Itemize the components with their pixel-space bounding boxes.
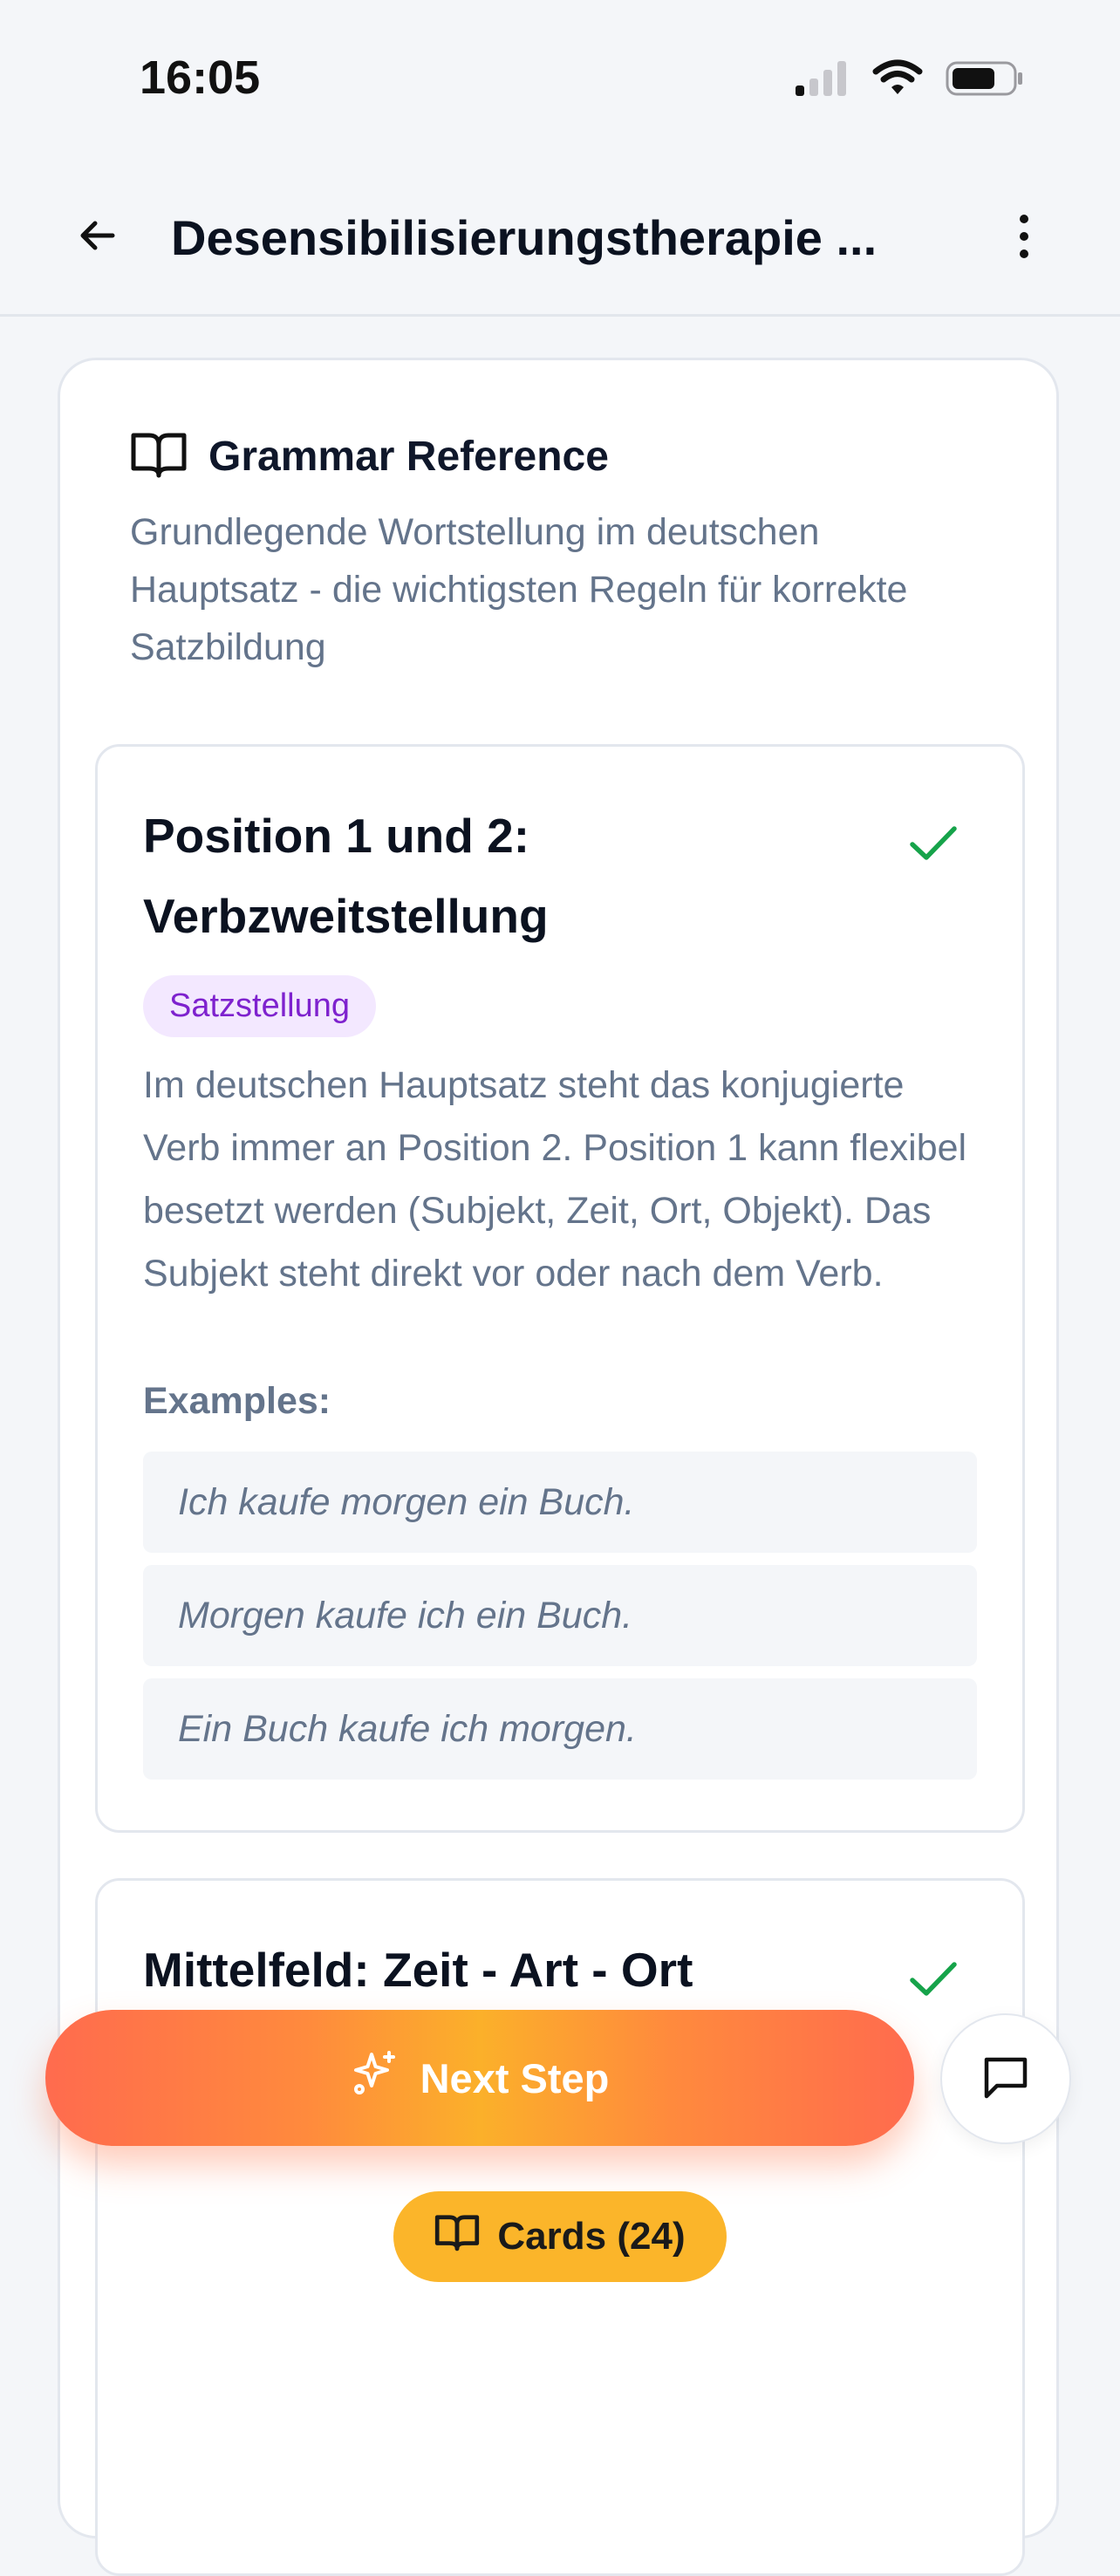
back-button[interactable] [70,209,126,265]
examples-list: Ich kaufe morgen ein Buch. Morgen kaufe … [143,1452,977,1780]
cards-label: Cards (24) [497,2215,686,2258]
check-icon [907,817,960,869]
example-item: Ein Buch kaufe ich morgen. [143,1678,977,1780]
examples-label: Examples: [143,1380,331,1422]
rule-card[interactable]: Position 1 und 2: Verbzweitstellung Satz… [95,744,1025,1833]
rule-description: Im deutschen Hauptsatz steht das konjugi… [143,1064,967,1295]
grammar-reference-description: Grundlegende Wortstellung im deutschen H… [130,511,908,668]
example-item: Morgen kaufe ich ein Buch. [143,1565,977,1666]
sparkles-icon [351,2049,400,2108]
more-vertical-icon [1015,210,1033,267]
example-item: Ich kaufe morgen ein Buch. [143,1452,977,1553]
chat-button[interactable] [940,2013,1071,2144]
status-icons [794,59,1024,102]
grammar-reference-title: Grammar Reference [208,434,609,480]
book-open-icon [434,2213,480,2261]
arrow-left-icon [76,214,120,262]
check-icon [907,1952,960,2005]
grammar-reference-header: Grammar Reference [130,430,609,483]
status-bar: 16:05 [0,0,1120,166]
book-open-icon [130,430,188,483]
page-title: Desensibilisierungstherapie ... [171,210,878,265]
rule-title-line: Position 1 und 2: [143,809,530,863]
more-options-button[interactable] [998,208,1050,269]
rule-title: Mittelfeld: Zeit - Art - Ort [143,1943,693,1997]
cards-button[interactable]: Cards (24) [393,2191,727,2282]
wifi-icon [872,59,923,102]
next-step-button[interactable]: Next Step [45,2010,914,2146]
battery-icon [946,59,1024,102]
rule-title-line: Verbzweitstellung [143,889,549,943]
status-time: 16:05 [140,51,261,104]
cellular-signal-icon [794,59,850,102]
message-square-icon [981,2053,1030,2106]
next-step-label: Next Step [420,2054,610,2101]
nav-bar: Desensibilisierungstherapie ... [0,166,1120,317]
rule-title: Position 1 und 2: Verbzweitstellung [143,796,893,956]
category-tag: Satzstellung [143,975,377,1037]
